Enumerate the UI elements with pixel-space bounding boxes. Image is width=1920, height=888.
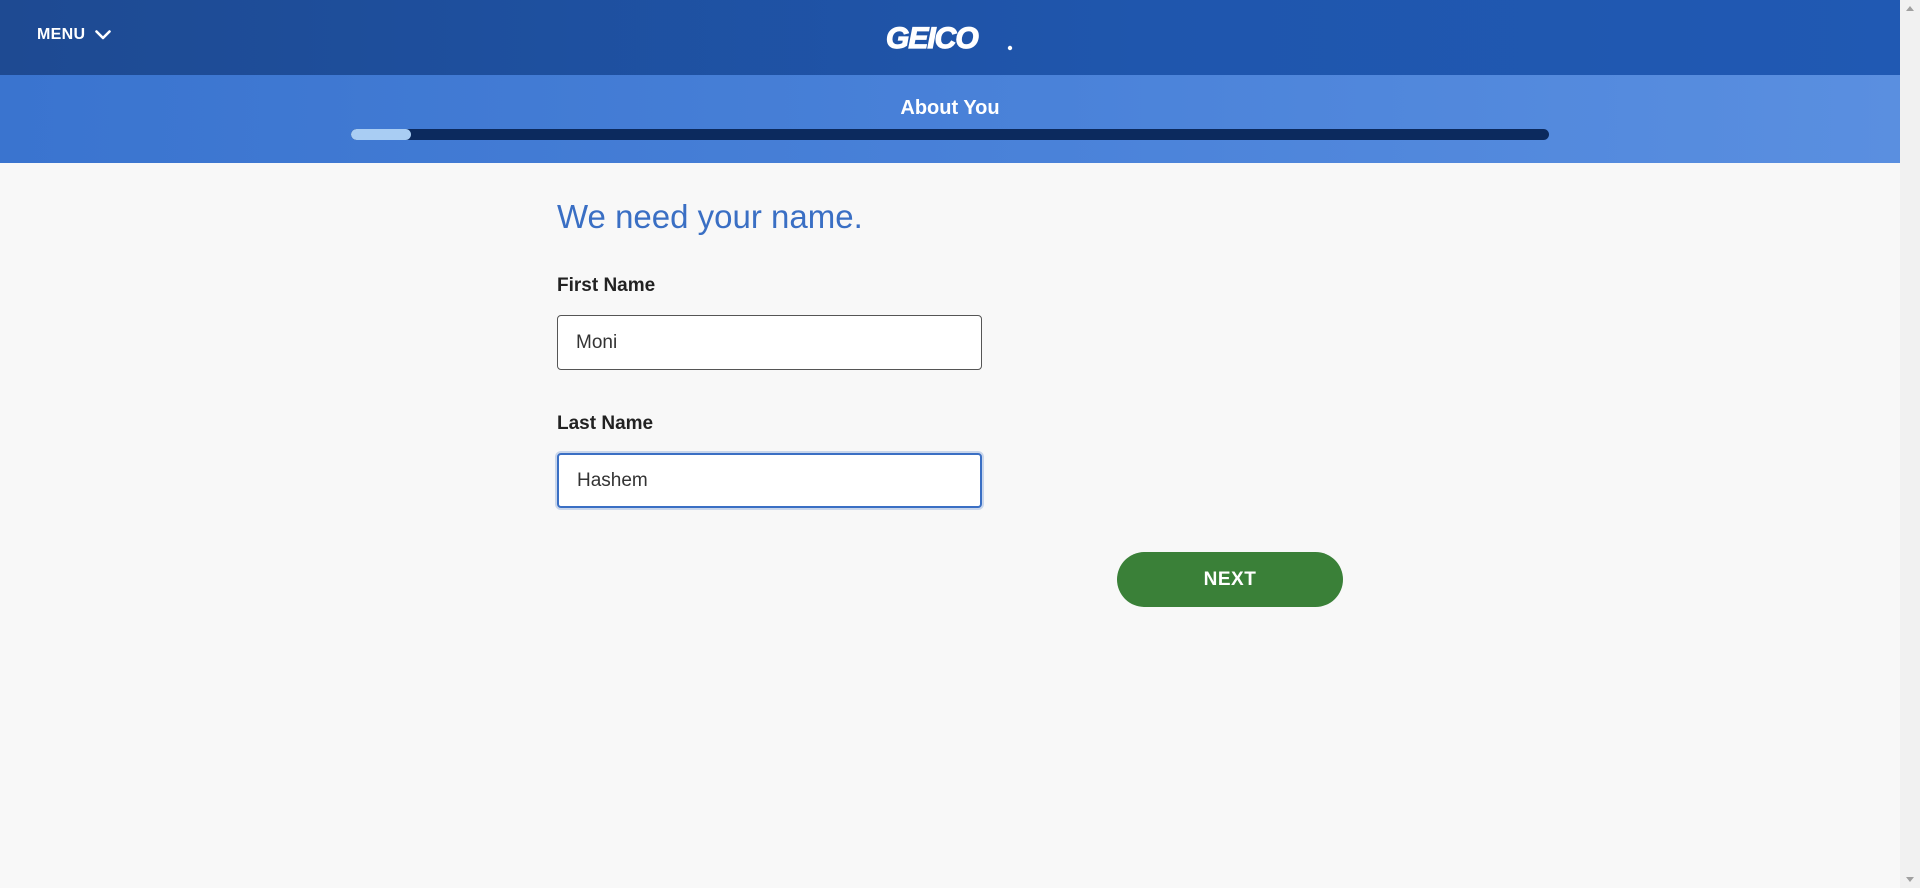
last-name-input[interactable] [557,453,982,508]
first-name-label: First Name [557,275,656,296]
page-heading: We need your name. [557,198,863,235]
first-name-input[interactable] [557,315,982,370]
menu-label: MENU [37,26,86,43]
geico-logo-mark: GEICO [886,21,1013,54]
page: MENU GEICO About You We need your name. … [0,0,1920,888]
progress-bar [351,129,1549,140]
site-header: MENU GEICO [0,0,1900,75]
next-button[interactable]: NEXT [1117,552,1343,607]
vertical-scrollbar[interactable] [1900,0,1920,888]
geico-logo[interactable]: GEICO [886,20,1016,54]
step-title: About You [900,97,1000,119]
svg-text:GEICO: GEICO [886,22,978,54]
menu-button[interactable]: MENU [37,26,112,44]
scroll-up-arrow-icon[interactable] [1905,4,1915,12]
last-name-label: Last Name [557,413,654,434]
scroll-down-arrow-icon[interactable] [1905,876,1915,884]
main-content: We need your name. First Name Last Name … [0,163,1900,888]
progress-band: About You [0,75,1900,163]
chevron-down-icon [95,30,112,40]
progress-bar-fill [351,129,411,140]
